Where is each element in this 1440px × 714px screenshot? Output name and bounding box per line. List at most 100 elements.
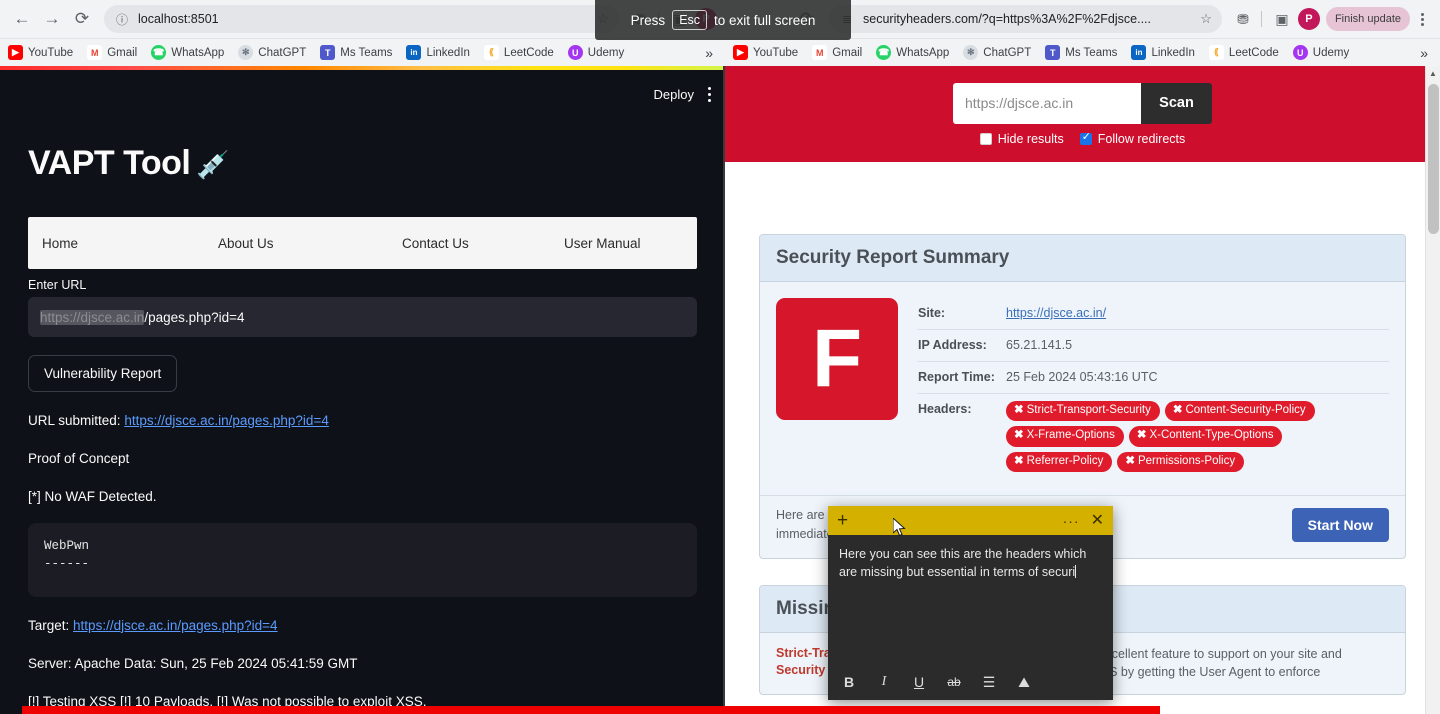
forward-button-left[interactable]: → <box>38 5 66 33</box>
scrollbar-thumb[interactable] <box>1428 84 1439 234</box>
chip-label: Strict-Transport-Security <box>1026 403 1151 416</box>
finish-update-button[interactable]: Finish update <box>1325 7 1410 31</box>
bookmark-linkedin-right[interactable]: in LinkedIn <box>1131 45 1195 60</box>
tab-contact-us[interactable]: Contact Us <box>402 236 564 251</box>
chip-label: Content-Security-Policy <box>1185 403 1306 416</box>
profile-avatar-right[interactable]: P <box>1297 8 1320 30</box>
sticky-note-toolbar: B I U ab ☰ ⛰ <box>828 664 1113 700</box>
bookmark-label: Ms Teams <box>340 46 393 59</box>
bookmark-linkedin-left[interactable]: in LinkedIn <box>406 45 470 60</box>
chatgpt-icon: ✻ <box>238 45 254 60</box>
italic-icon[interactable]: I <box>876 674 892 690</box>
bookmarks-bar-right: ▶ YouTube M Gmail ☎ WhatsApp ✻ ChatGPT T… <box>725 38 1440 66</box>
bookmark-label: YouTube <box>753 46 799 59</box>
target-link[interactable]: https://djsce.ac.in/pages.php?id=4 <box>73 618 278 633</box>
streamlit-menu-icon[interactable] <box>708 86 711 102</box>
bookmark-chatgpt-left[interactable]: ✻ ChatGPT <box>238 45 306 60</box>
page-scrollbar[interactable]: ▲ <box>1425 66 1440 714</box>
cross-icon: ✖ <box>1014 403 1024 416</box>
meta-value: https://djsce.ac.in/ <box>1006 305 1106 322</box>
back-button-left[interactable]: ← <box>8 5 36 33</box>
sticky-note-textarea[interactable]: Here you can see this are the headers wh… <box>828 535 1113 664</box>
tab-home[interactable]: Home <box>42 236 218 251</box>
bookmark-msteams-right[interactable]: T Ms Teams <box>1045 45 1117 60</box>
deploy-button[interactable]: Deploy <box>654 87 694 102</box>
msteams-icon: T <box>320 45 336 60</box>
ellipsis-icon[interactable]: ··· <box>1063 513 1080 529</box>
scroll-up-arrow-icon[interactable]: ▲ <box>1426 66 1440 81</box>
bookmark-leetcode-left[interactable]: ⟪ LeetCode <box>483 45 554 60</box>
screen-recording-indicator <box>22 706 1160 714</box>
address-bar-left[interactable]: ⓘ localhost:8501 ☆ <box>104 5 619 33</box>
bookmark-msteams-left[interactable]: T Ms Teams <box>320 45 392 60</box>
chip-label: Permissions-Policy <box>1137 454 1236 467</box>
bookmark-label: LeetCode <box>1228 46 1279 59</box>
bookmarks-overflow-icon-left[interactable]: » <box>705 45 717 61</box>
bookmark-label: YouTube <box>28 46 74 59</box>
site-link[interactable]: https://djsce.ac.in/ <box>1006 306 1106 320</box>
proof-of-concept-heading: Proof of Concept <box>28 451 130 467</box>
text-caret <box>1075 565 1077 579</box>
meta-key: IP Address: <box>918 337 987 352</box>
follow-redirects-checkbox[interactable] <box>1079 132 1092 145</box>
reload-button-left[interactable]: ⟳ <box>68 5 96 33</box>
chip-label: X-Content-Type-Options <box>1149 429 1274 442</box>
meta-key: Site: <box>918 306 946 320</box>
target-label: Target: <box>28 617 70 633</box>
bookmarks-overflow-icon-right[interactable]: » <box>1420 45 1432 61</box>
tab-about-us[interactable]: About Us <box>218 236 402 251</box>
start-now-button[interactable]: Start Now <box>1291 507 1389 542</box>
waf-status-line: [*] No WAF Detected. <box>28 489 157 505</box>
grade-badge: F <box>776 298 898 420</box>
bookmark-gmail-left[interactable]: M Gmail <box>87 45 137 60</box>
url-input[interactable]: https://djsce.ac.in/pages.php?id=4 <box>28 297 697 337</box>
browser-menu-icon-right[interactable] <box>1412 12 1432 26</box>
status-badge: ✖ X-Content-Type-Options <box>1128 426 1283 447</box>
vulnerability-report-button[interactable]: Vulnerability Report <box>28 355 178 392</box>
scan-url-input[interactable] <box>953 82 1141 124</box>
tab-user-manual[interactable]: User Manual <box>564 236 683 251</box>
image-icon[interactable]: ⛰ <box>1016 674 1032 691</box>
bookmark-gmail-right[interactable]: M Gmail <box>812 45 862 60</box>
chip-label: Referrer-Policy <box>1026 454 1104 467</box>
scan-button[interactable]: Scan <box>1141 82 1212 124</box>
meta-value: ✖ Strict-Transport-Security ✖ Content-Secu… <box>1006 400 1389 473</box>
summary-panel-header: Security Report Summary <box>760 235 1405 282</box>
summary-title: Security Report Summary <box>776 247 1010 268</box>
address-bar-right[interactable]: ≣ securityheaders.com/?q=https%3A%2F%2Fd… <box>829 5 1222 33</box>
bookmark-leetcode-right[interactable]: ⟪ LeetCode <box>1208 45 1279 60</box>
bullet-list-icon[interactable]: ☰ <box>981 674 997 691</box>
bookmark-whatsapp-right[interactable]: ☎ WhatsApp <box>876 45 949 60</box>
hide-results-label: Hide results <box>997 131 1064 146</box>
underline-icon[interactable]: U <box>911 674 927 690</box>
follow-redirects-option[interactable]: Follow redirects <box>1079 132 1185 146</box>
leetcode-icon: ⟪ <box>1208 45 1224 60</box>
bold-icon[interactable]: B <box>841 674 857 690</box>
bookmark-whatsapp-left[interactable]: ☎ WhatsApp <box>151 45 224 60</box>
extensions-icon-right[interactable]: ⛃ <box>1230 6 1256 32</box>
plus-icon[interactable]: + <box>837 511 848 530</box>
bookmark-chatgpt-right[interactable]: ✻ ChatGPT <box>963 45 1031 60</box>
sticky-note[interactable]: + ··· ✕ Here you can see this are the he… <box>828 506 1113 700</box>
bookmark-youtube-left[interactable]: ▶ YouTube <box>8 45 73 60</box>
hide-results-option[interactable]: Hide results <box>979 131 1064 146</box>
strikethrough-icon[interactable]: ab <box>946 675 962 689</box>
close-icon[interactable]: ✕ <box>1091 512 1104 529</box>
hide-results-checkbox[interactable] <box>979 132 992 145</box>
bookmark-youtube-right[interactable]: ▶ YouTube <box>733 45 798 60</box>
bookmark-label: LinkedIn <box>426 46 470 59</box>
side-panel-icon-right[interactable]: ▣ <box>1269 6 1295 32</box>
gmail-icon: M <box>87 45 103 60</box>
sticky-note-text: Here you can see this are the headers wh… <box>839 547 1087 580</box>
url-submitted-link[interactable]: https://djsce.ac.in/pages.php?id=4 <box>124 413 329 428</box>
site-info-icon-left[interactable]: ⓘ <box>114 11 130 27</box>
sticky-note-header[interactable]: + ··· ✕ <box>828 506 1113 535</box>
bookmark-udemy-left[interactable]: U Udemy <box>567 45 624 60</box>
url-input-rest-text: /pages.php?id=4 <box>144 309 245 325</box>
bookmark-udemy-right[interactable]: U Udemy <box>1292 45 1349 60</box>
missing-header-chips: ✖ Strict-Transport-Security ✖ Content-Secu… <box>1006 400 1389 473</box>
meta-value: 25 Feb 2024 05:43:16 UTC <box>1006 369 1158 384</box>
meta-key: Report Time: <box>918 369 995 384</box>
bookmark-label: Ms Teams <box>1065 46 1118 59</box>
bookmark-star-icon-right[interactable]: ☆ <box>1200 11 1212 27</box>
